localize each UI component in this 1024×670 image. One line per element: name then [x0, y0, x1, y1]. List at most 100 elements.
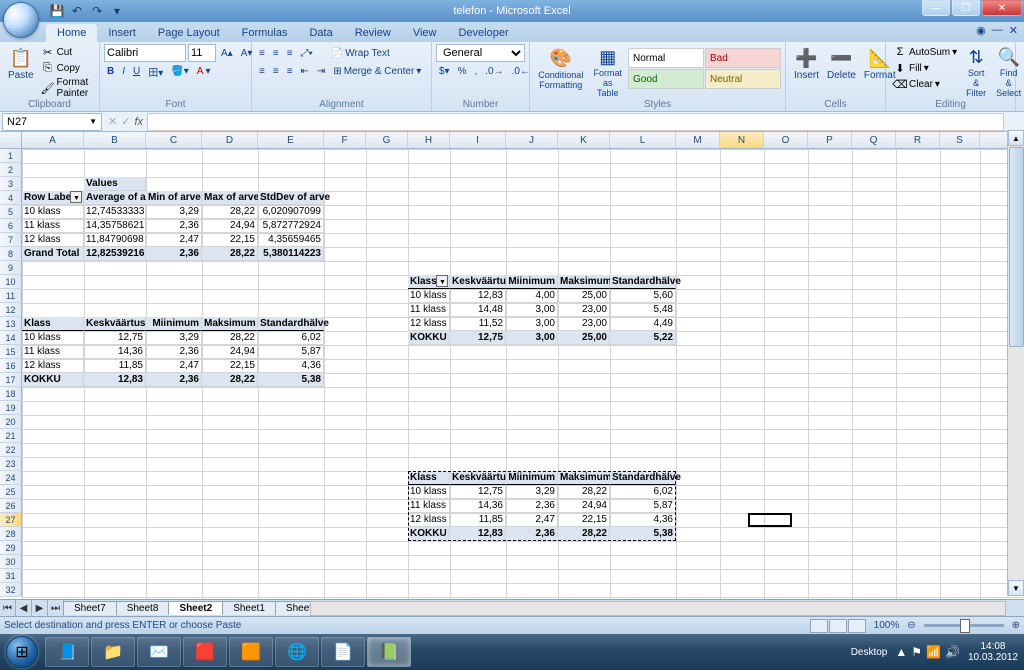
delete-cells-button[interactable]: ➖Delete	[823, 44, 860, 100]
cell[interactable]: 6,020907099	[258, 205, 324, 219]
cell[interactable]: Keskväärtus	[84, 317, 146, 331]
comma-button[interactable]: ,	[472, 65, 481, 78]
cell[interactable]: 5,872772924	[258, 219, 324, 233]
cell[interactable]: 10 klass	[22, 205, 84, 219]
cell[interactable]: KOKKU	[22, 373, 84, 387]
cell[interactable]: 5,87	[610, 499, 676, 513]
qat-save[interactable]: 💾	[48, 2, 66, 20]
cell[interactable]: Standardhälve	[610, 275, 676, 289]
cell[interactable]: 4,36	[610, 513, 676, 527]
row-header[interactable]: 30	[0, 555, 22, 569]
cell[interactable]: 3,00	[506, 331, 558, 345]
row-header[interactable]: 24	[0, 471, 22, 485]
cell[interactable]: 11 klass	[408, 499, 450, 513]
col-header[interactable]: C	[146, 132, 202, 148]
tab-home[interactable]: Home	[46, 24, 97, 42]
cell[interactable]: KOKKU	[408, 527, 450, 541]
cell[interactable]: 5,38	[610, 527, 676, 541]
row-header[interactable]: 14	[0, 331, 22, 345]
row-header[interactable]: 25	[0, 485, 22, 499]
cell[interactable]: 11 klass	[408, 303, 450, 317]
conditional-formatting-button[interactable]: 🎨Conditional Formatting	[534, 44, 588, 100]
cell[interactable]: 2,47	[506, 513, 558, 527]
cell[interactable]: 24,94	[558, 499, 610, 513]
minimize-button[interactable]: —	[922, 0, 950, 16]
cell[interactable]: KOKKU	[408, 331, 450, 345]
taskbar-explorer[interactable]: 📁	[91, 637, 135, 667]
col-header[interactable]: A	[22, 132, 84, 148]
row-header[interactable]: 1	[0, 149, 22, 163]
currency-button[interactable]: $▾	[436, 65, 453, 78]
cell[interactable]: Miinimum	[146, 317, 202, 331]
insert-cells-button[interactable]: ➕Insert	[790, 44, 823, 100]
zoom-level[interactable]: 100%	[874, 620, 900, 631]
italic-button[interactable]: I	[119, 65, 128, 78]
enter-formula-icon[interactable]: ✓	[121, 115, 130, 128]
col-header[interactable]: L	[610, 132, 676, 148]
tray-clock[interactable]: 14:08 10.03.2012	[968, 641, 1018, 663]
taskbar-media[interactable]: 🟧	[229, 637, 273, 667]
row-header[interactable]: 27	[0, 513, 22, 527]
normal-view-button[interactable]	[810, 619, 828, 633]
cell[interactable]: Max of arve	[202, 191, 258, 205]
orientation-button[interactable]: ⤢▾	[298, 47, 316, 60]
cell[interactable]: 11,85	[450, 513, 506, 527]
row-header[interactable]: 20	[0, 415, 22, 429]
cell[interactable]: 12,82539216	[84, 247, 146, 261]
cell[interactable]: 28,22	[558, 527, 610, 541]
sheet-tab[interactable]: Sheet1	[222, 601, 276, 615]
zoom-slider[interactable]	[924, 624, 1004, 627]
cell[interactable]: 6,02	[258, 331, 324, 345]
clear-button[interactable]: ⌫Clear▾	[890, 76, 960, 92]
tab-page-layout[interactable]: Page Layout	[147, 24, 231, 42]
col-header[interactable]: N	[720, 132, 764, 148]
cell[interactable]: 10 klass	[408, 289, 450, 303]
cell[interactable]: 12,75	[450, 485, 506, 499]
style-good[interactable]: Good	[628, 69, 704, 89]
row-header[interactable]: 7	[0, 233, 22, 247]
cell[interactable]: 2,36	[146, 247, 202, 261]
cell[interactable]: Standardhälve	[610, 471, 676, 485]
qat-customize[interactable]: ▾	[108, 2, 126, 20]
cell[interactable]: 28,22	[202, 205, 258, 219]
start-button[interactable]: ⊞	[0, 634, 44, 670]
cell[interactable]: Standardhälve	[258, 317, 324, 331]
row-header[interactable]: 10	[0, 275, 22, 289]
cell[interactable]: 4,49	[610, 317, 676, 331]
cell[interactable]: 10 klass	[408, 485, 450, 499]
row-header[interactable]: 21	[0, 429, 22, 443]
row-header[interactable]: 26	[0, 499, 22, 513]
cell[interactable]: 2,36	[146, 345, 202, 359]
cell[interactable]: Miinimum	[506, 471, 558, 485]
row-header[interactable]: 28	[0, 527, 22, 541]
decrease-indent-button[interactable]: ⇤	[298, 65, 312, 78]
row-header[interactable]: 32	[0, 583, 22, 597]
ribbon-minimize[interactable]: —	[992, 24, 1003, 37]
cut-button[interactable]: ✂Cut	[38, 44, 95, 60]
cell[interactable]: 14,35758621	[84, 219, 146, 233]
cell[interactable]: 2,36	[506, 499, 558, 513]
cell[interactable]: 28,22	[202, 247, 258, 261]
cell[interactable]: 4,36	[258, 359, 324, 373]
cell[interactable]: 22,15	[202, 359, 258, 373]
row-header[interactable]: 13	[0, 317, 22, 331]
style-neutral[interactable]: Neutral	[705, 69, 781, 89]
fill-color-button[interactable]: 🪣▾	[168, 65, 191, 78]
ribbon-close[interactable]: ✕	[1009, 24, 1018, 37]
sort-filter-button[interactable]: ⇅Sort & Filter	[960, 44, 992, 100]
cell[interactable]: 28,22	[202, 373, 258, 387]
cell[interactable]: 2,47	[146, 233, 202, 247]
tab-formulas[interactable]: Formulas	[231, 24, 299, 42]
tray-volume-icon[interactable]: 🔊	[945, 645, 960, 659]
cell[interactable]: 12 klass	[408, 317, 450, 331]
style-bad[interactable]: Bad	[705, 48, 781, 68]
spreadsheet-grid[interactable]: A B C D E F G H I J K L M N O P Q R S 12…	[0, 132, 1024, 599]
sheet-tab[interactable]: Sheet8	[116, 601, 170, 615]
cell[interactable]: Keskväärtus	[450, 275, 506, 289]
row-header[interactable]: 11	[0, 289, 22, 303]
cell[interactable]: Values	[84, 177, 146, 191]
vertical-scrollbar[interactable]: ▲ ▼	[1007, 130, 1024, 596]
cell[interactable]: 11 klass	[22, 219, 84, 233]
cell[interactable]: 10 klass	[22, 331, 84, 345]
cell[interactable]: 11,84790698	[84, 233, 146, 247]
